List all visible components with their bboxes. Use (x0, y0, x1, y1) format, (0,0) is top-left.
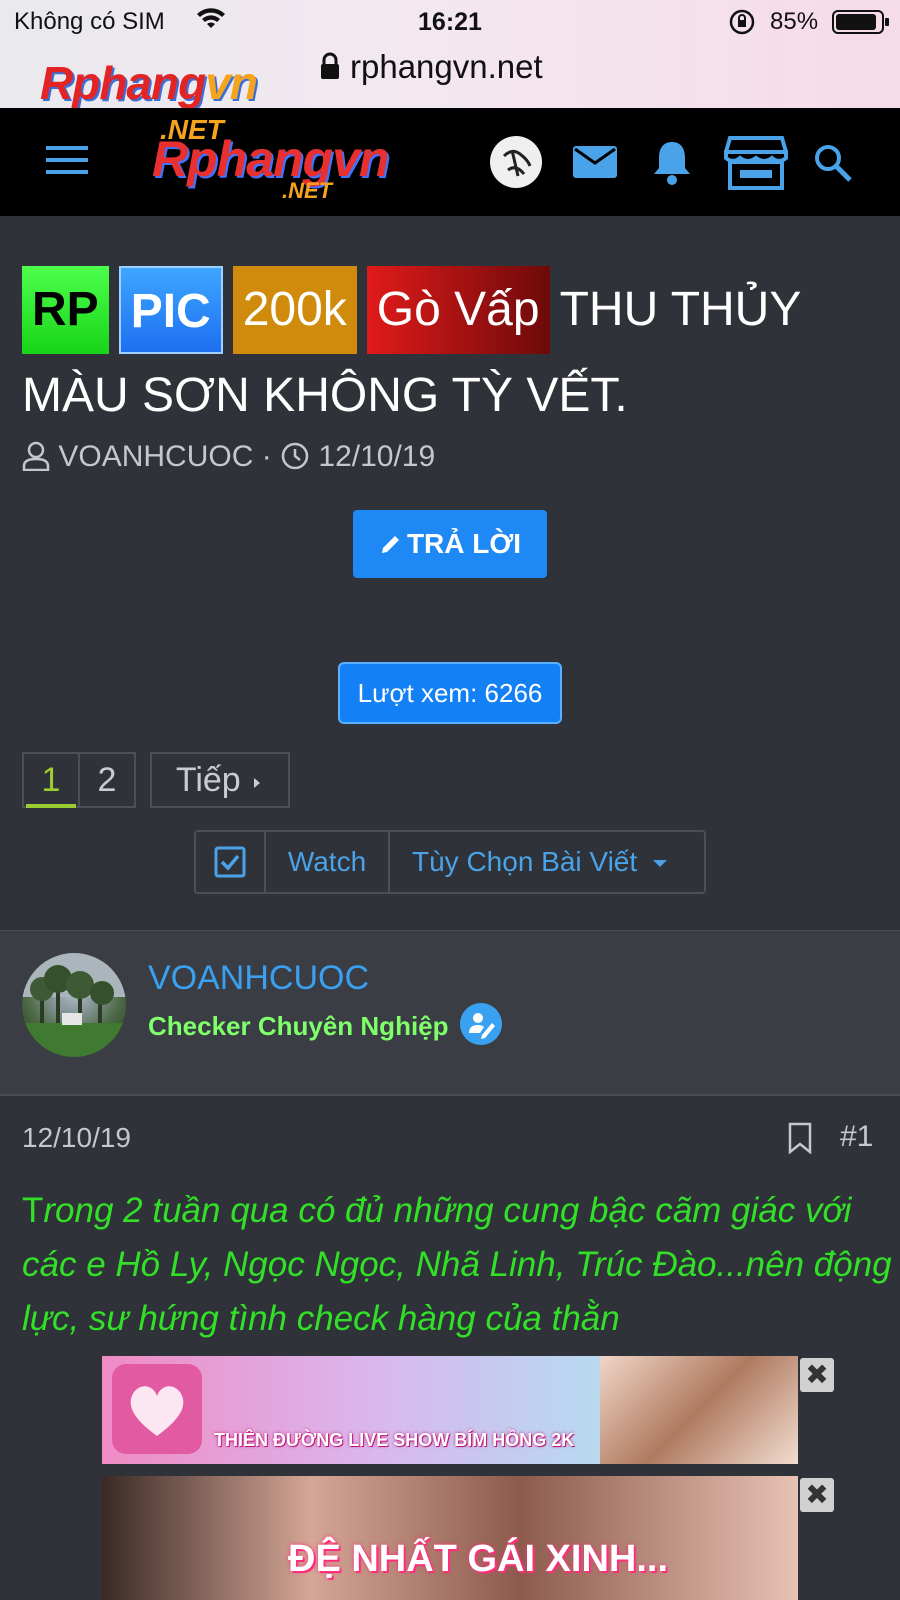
post-date[interactable]: 12/10/19 (22, 1122, 131, 1154)
page-2-link[interactable]: 2 (78, 752, 136, 808)
menu-icon[interactable] (46, 146, 88, 180)
ad-heart-logo (112, 1364, 202, 1454)
site-header: .NET Rphangvn .NET (0, 108, 900, 216)
avatar[interactable] (490, 136, 542, 188)
bookmark-icon[interactable] (788, 1122, 812, 1154)
post-author-block: VOANHCUOC Checker Chuyên Nghiệp (0, 930, 900, 1096)
ad-photo (600, 1356, 798, 1464)
url-bar[interactable]: rphangvn.net (350, 48, 543, 86)
author-avatar[interactable] (22, 953, 126, 1057)
next-page-button[interactable]: Tiếp (150, 752, 290, 808)
post-body-first-letter: T (22, 1191, 44, 1230)
prefix-label-rp[interactable]: RP (22, 266, 109, 354)
select-thread-checkbox[interactable] (196, 832, 266, 892)
caret-down-icon (653, 860, 668, 867)
prefix-label-price[interactable]: 200k (232, 266, 357, 354)
search-icon[interactable] (812, 142, 854, 184)
mail-icon[interactable] (572, 142, 618, 182)
post-author-name[interactable]: VOANHCUOC (148, 959, 369, 998)
bell-icon[interactable] (650, 138, 694, 186)
overlay-site-logo: Rphangvn (40, 57, 258, 109)
clock-icon (281, 442, 309, 470)
next-page-label: Tiếp (175, 761, 241, 799)
chevron-right-icon (254, 778, 261, 788)
thread-options-dropdown[interactable]: Tùy Chọn Bài Viết (390, 832, 704, 892)
ad-banner-girls[interactable]: ĐỆ NHẤT GÁI XINH... (102, 1476, 798, 1600)
avatar-calligraphy-icon (502, 149, 532, 177)
close-ad-button[interactable]: ✖ (800, 1358, 834, 1392)
browser-chrome: Không có SIM 16:21 85% Rphangvn rphangvn… (0, 0, 900, 109)
clock: 16:21 (418, 8, 482, 36)
status-bar: Không có SIM 16:21 85% (0, 0, 900, 44)
thread-date[interactable]: 12/10/19 (318, 440, 435, 473)
post-author-title: Checker Chuyên Nghiệp (148, 1011, 449, 1041)
battery-percent: 85% (770, 8, 819, 35)
thread-options-label: Tùy Chọn Bài Viết (412, 846, 638, 877)
rotation-lock-icon (729, 9, 755, 35)
user-icon (22, 441, 50, 472)
checkbox-icon (214, 846, 246, 878)
thread-toolbar: Watch Tùy Chọn Bài Viết (194, 830, 706, 894)
ad-banner-livestream[interactable]: THIÊN ĐƯỜNG LIVE SHOW BÍM HỒNG 2K (102, 1356, 798, 1464)
reply-button-label: TRẢ LỜI (406, 528, 522, 559)
site-logo[interactable]: .NET Rphangvn .NET (152, 114, 412, 210)
close-ad-button[interactable]: ✖ (800, 1478, 834, 1512)
page-1-link[interactable]: 1 (22, 752, 80, 808)
battery-icon (832, 10, 889, 34)
view-count-badge: Lượt xem: 6266 (338, 662, 562, 724)
heart-icon (130, 1386, 184, 1436)
pencil-icon (381, 536, 399, 553)
thread-meta: VOANHCUOC · 12/10/19 (22, 440, 435, 480)
meta-separator: · (261, 440, 272, 473)
prefix-label-pic[interactable]: PIC (118, 266, 223, 354)
ad-banner-text: ĐỆ NHẤT GÁI XINH... (288, 1538, 669, 1580)
prefix-label-area[interactable]: Gò Vấp (366, 266, 550, 354)
store-icon[interactable] (724, 134, 788, 190)
lock-icon (321, 52, 339, 79)
post-number[interactable]: #1 (840, 1120, 873, 1154)
thread-author[interactable]: VOANHCUOC (58, 440, 253, 473)
watch-button[interactable]: Watch (266, 832, 390, 892)
thread-title: RP PIC 200k Gò Vấp THU THỦY MÀU SƠN KHÔNG TỲ… (22, 266, 892, 438)
avatar-photo (22, 953, 126, 1057)
reply-button[interactable]: TRẢ LỜI (353, 510, 547, 578)
post-body: Trong 2 tuần qua có đủ những cung bậc cã… (22, 1184, 892, 1346)
verified-user-icon (460, 1003, 502, 1045)
post-body-text: rong 2 tuần qua có đủ những cung bậc cãm… (22, 1191, 892, 1338)
ad-banner-text: THIÊN ĐƯỜNG LIVE SHOW BÍM HỒNG 2K (214, 1430, 575, 1450)
